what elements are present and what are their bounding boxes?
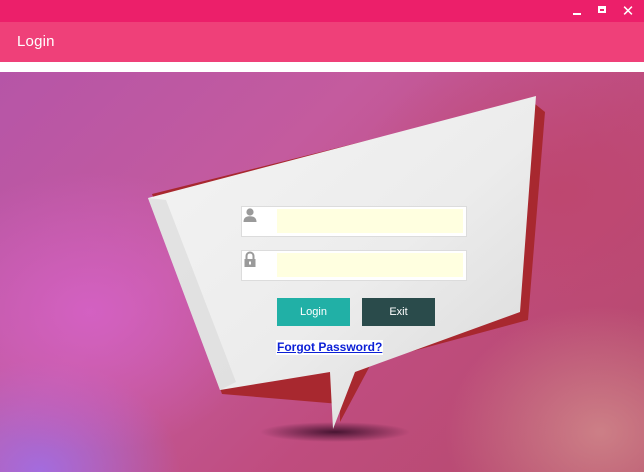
close-button[interactable]: ✕: [617, 2, 639, 20]
forgot-password-link[interactable]: Forgot Password?: [276, 340, 384, 355]
exit-button[interactable]: Exit: [362, 298, 435, 326]
app-header: Login: [0, 22, 644, 62]
minimize-button[interactable]: [566, 2, 588, 20]
user-icon: [242, 207, 276, 236]
maximize-icon: [598, 6, 606, 13]
password-field: [241, 250, 467, 281]
login-button[interactable]: Login: [277, 298, 350, 326]
username-input[interactable]: [277, 209, 463, 233]
password-input[interactable]: [277, 253, 463, 277]
minimize-icon: [573, 13, 581, 15]
username-field: [241, 206, 467, 237]
header-divider: [0, 62, 644, 72]
lock-icon: [242, 251, 276, 280]
close-icon: ✕: [621, 2, 635, 20]
login-background: Login Exit Forgot Password?: [0, 72, 644, 472]
maximize-button[interactable]: [592, 2, 614, 20]
page-title: Login: [17, 33, 55, 50]
window-title-bar: ✕: [0, 0, 644, 22]
